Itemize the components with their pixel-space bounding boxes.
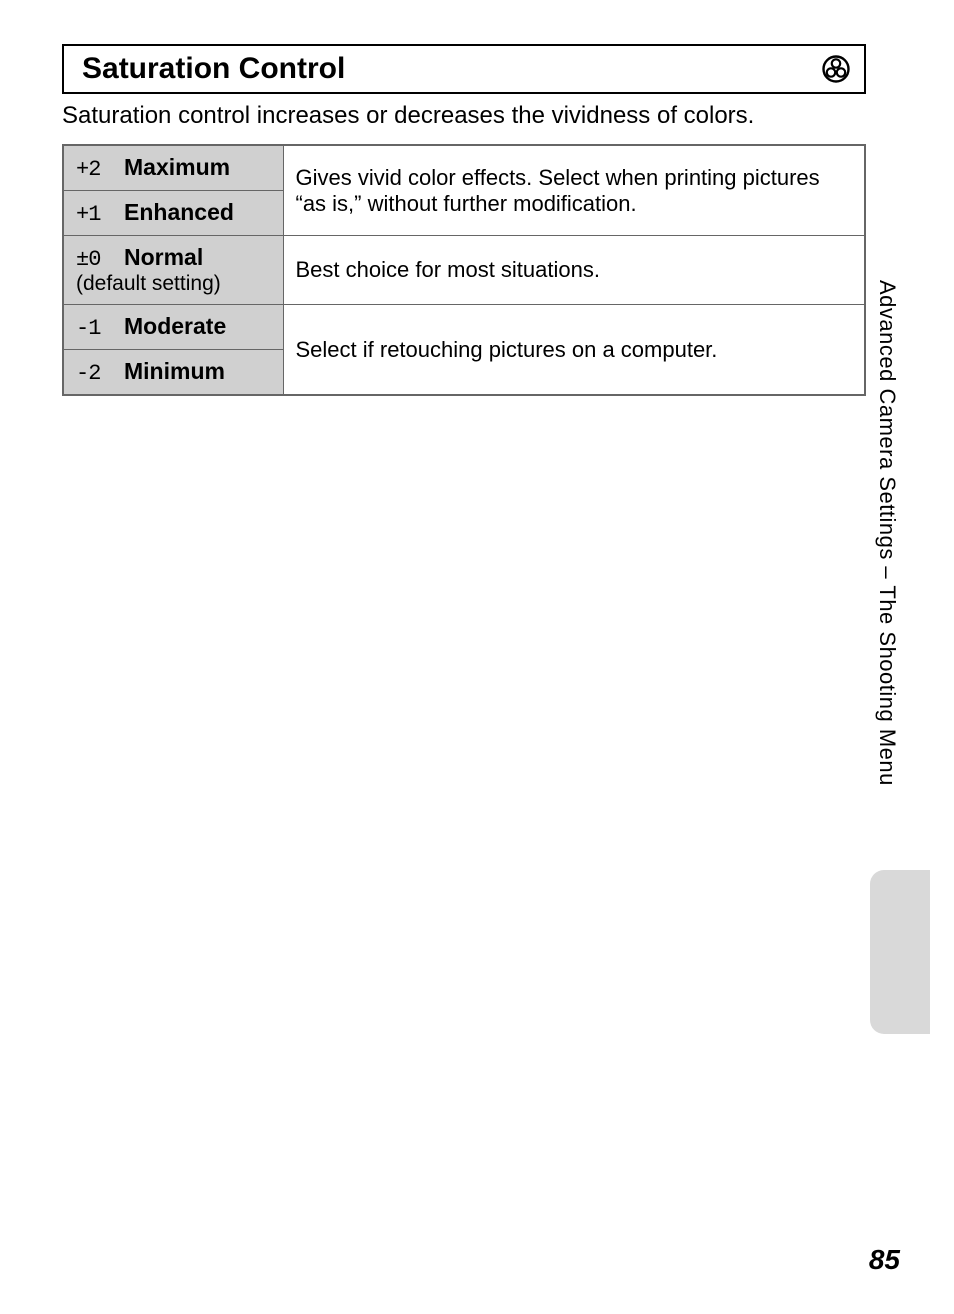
option-sub: (default setting): [76, 272, 271, 296]
option-label-minimum: -2 Minimum: [63, 350, 283, 396]
table-row: -1 Moderate Select if retouching picture…: [63, 305, 865, 350]
content-area: Saturation Control Saturation control in…: [62, 44, 866, 396]
page-number: 85: [869, 1244, 900, 1276]
desc-retouch: Select if retouching pictures on a compu…: [283, 305, 865, 396]
option-label-enhanced: +1 Enhanced: [63, 191, 283, 236]
desc-normal: Best choice for most situations.: [283, 236, 865, 305]
saturation-icon: [822, 55, 850, 83]
glyph-minus2: -2: [76, 361, 100, 386]
option-name: Maximum: [124, 154, 230, 181]
table-row: ±0 Normal (default setting) Best choice …: [63, 236, 865, 305]
options-table: +2 Maximum Gives vivid color effects. Se…: [62, 144, 866, 396]
section-title: Saturation Control: [82, 52, 345, 86]
glyph-plus2: +2: [76, 157, 100, 182]
desc-vivid: Gives vivid color effects. Select when p…: [283, 145, 865, 236]
side-thumb-tab: [870, 870, 930, 1034]
option-label-normal: ±0 Normal (default setting): [63, 236, 283, 305]
option-label-moderate: -1 Moderate: [63, 305, 283, 350]
glyph-plus1: +1: [76, 202, 100, 227]
option-label-maximum: +2 Maximum: [63, 145, 283, 191]
glyph-minus1: -1: [76, 316, 100, 341]
side-section-label: Advanced Camera Settings – The Shooting …: [874, 280, 900, 786]
section-header: Saturation Control: [62, 44, 866, 94]
option-name: Minimum: [124, 358, 225, 385]
option-name: Normal: [124, 244, 203, 271]
option-name: Enhanced: [124, 199, 234, 226]
intro-text: Saturation control increases or decrease…: [62, 102, 866, 130]
table-row: +2 Maximum Gives vivid color effects. Se…: [63, 145, 865, 191]
page: Saturation Control Saturation control in…: [0, 0, 954, 1314]
option-name: Moderate: [124, 313, 226, 340]
glyph-pm0: ±0: [76, 247, 100, 272]
